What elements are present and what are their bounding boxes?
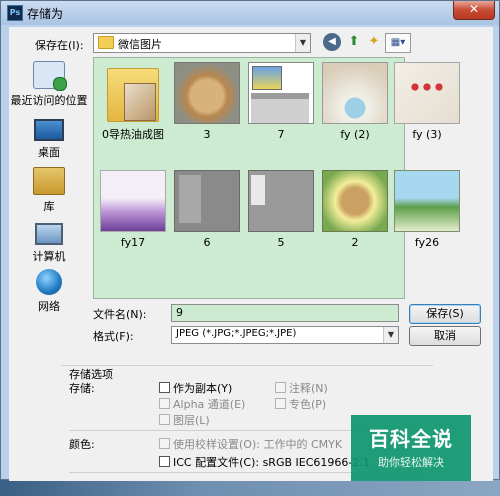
new-folder-icon[interactable]: ✦ (365, 33, 383, 51)
watermark-title: 百科全说 (369, 427, 453, 451)
image-thumbnail (322, 170, 388, 232)
file-name: fy26 (414, 236, 440, 249)
checkbox-label: ICC 配置文件(C): sRGB IEC61966-2.1 (173, 456, 370, 469)
image-thumbnail (100, 170, 166, 232)
checkbox-label: 使用校样设置(O): 工作中的 CMYK (173, 438, 343, 451)
file-name-input[interactable]: 9 (171, 304, 399, 322)
file-name: 3 (203, 128, 211, 141)
icc-profile-checkbox[interactable]: ICC 配置文件(C): sRGB IEC61966-2.1 (159, 454, 370, 470)
place-computer[interactable]: 计算机 (9, 219, 89, 264)
color-label: 颜色: (69, 438, 95, 451)
libraries-icon (33, 167, 65, 195)
file-name: fy (2) (340, 128, 370, 141)
place-label: 网络 (38, 300, 60, 313)
file-name-value: 9 (176, 306, 183, 319)
image-thumbnail (394, 170, 460, 232)
file-name: 7 (277, 128, 285, 141)
file-list[interactable]: 0导热油成图 3 7 fy (2) fy (3) fy17 6 5 2 fy26 (93, 57, 460, 299)
checkbox-box (159, 398, 170, 409)
recent-places-icon (33, 61, 67, 91)
checkbox-label: 图层(L) (173, 414, 210, 427)
file-item[interactable]: fy (2) (320, 62, 390, 141)
file-item[interactable]: 5 (246, 170, 316, 249)
checkbox-box (159, 414, 170, 425)
dialog-client-area: 保存在(I): 微信图片 ▼ ◀ ⬆ ✦ ▦▾ 最近访问的位置 桌面 库 计算机… (9, 27, 493, 481)
place-desktop[interactable]: 桌面 (9, 115, 89, 160)
title-bar[interactable]: Ps 存储为 ✕ (1, 1, 499, 25)
chevron-down-icon[interactable]: ▼ (295, 34, 310, 52)
save-as-dialog: Ps 存储为 ✕ 保存在(I): 微信图片 ▼ ◀ ⬆ ✦ ▦▾ 最近访问的位置… (0, 0, 500, 481)
file-type-dropdown[interactable]: JPEG (*.JPG;*.JPEG;*.JPE) ▼ (171, 326, 399, 344)
watermark-badge: 百科全说 助你轻松解决 (351, 415, 471, 481)
place-label: 计算机 (32, 250, 66, 263)
layers-checkbox: 图层(L) (159, 412, 210, 428)
image-thumbnail (174, 62, 240, 124)
file-item[interactable]: fy (3) (392, 62, 462, 141)
places-bar: 最近访问的位置 桌面 库 计算机 网络 (9, 57, 89, 317)
checkbox-box (159, 438, 170, 449)
file-item[interactable]: 0导热油成图 (98, 62, 168, 142)
file-type-label: 格式(F): (93, 330, 134, 343)
checkbox-label: Alpha 通道(E) (173, 398, 246, 411)
network-icon (36, 269, 62, 295)
spot-colors-checkbox: 专色(P) (275, 396, 326, 412)
place-recent[interactable]: 最近访问的位置 (9, 61, 89, 108)
dialog-title: 存储为 (27, 7, 64, 21)
checkbox-label: 作为副本(Y) (173, 382, 233, 395)
file-name: 0导热油成图 (102, 128, 164, 141)
save-in-value: 微信图片 (118, 38, 162, 51)
place-libraries[interactable]: 库 (9, 167, 89, 214)
close-button[interactable]: ✕ (453, 1, 495, 20)
file-name-label: 文件名(N): (93, 308, 147, 321)
file-name: fy17 (120, 236, 146, 249)
cancel-button[interactable]: 取消 (409, 326, 481, 346)
place-label: 桌面 (38, 146, 60, 159)
file-item[interactable]: 6 (172, 170, 242, 249)
checkbox-label: 专色(P) (289, 398, 327, 411)
file-item[interactable]: 7 (246, 62, 316, 141)
as-copy-checkbox[interactable]: 作为副本(Y) (159, 380, 232, 396)
photoshop-app-icon: Ps (7, 5, 23, 21)
image-thumbnail (394, 62, 460, 124)
watermark-subtitle: 助你轻松解决 (378, 456, 444, 469)
checkbox-box (159, 382, 170, 393)
checkbox-box (275, 398, 286, 409)
desktop-icon (34, 119, 64, 141)
file-name: fy (3) (412, 128, 442, 141)
checkbox-box (159, 456, 170, 467)
computer-icon (35, 223, 63, 245)
checkbox-box (275, 382, 286, 393)
file-type-value: JPEG (*.JPG;*.JPEG;*.JPE) (176, 328, 297, 339)
file-item[interactable]: fy17 (98, 170, 168, 249)
file-item[interactable]: fy26 (392, 170, 462, 249)
image-thumbnail (322, 62, 388, 124)
save-in-dropdown[interactable]: 微信图片 ▼ (93, 33, 311, 53)
back-icon[interactable]: ◀ (323, 33, 341, 51)
proof-setup-checkbox: 使用校样设置(O): 工作中的 CMYK (159, 436, 342, 452)
folder-icon (107, 68, 159, 122)
place-label: 库 (43, 200, 55, 213)
place-network[interactable]: 网络 (9, 269, 89, 314)
folder-icon (98, 36, 114, 49)
checkbox-label: 注释(N) (289, 382, 328, 395)
image-thumbnail (248, 62, 314, 124)
file-item[interactable]: 3 (172, 62, 242, 141)
alpha-channels-checkbox: Alpha 通道(E) (159, 396, 245, 412)
image-thumbnail (174, 170, 240, 232)
file-name: 6 (203, 236, 211, 249)
annotations-checkbox: 注释(N) (275, 380, 328, 396)
image-thumbnail (248, 170, 314, 232)
up-folder-icon[interactable]: ⬆ (345, 33, 363, 51)
save-label: 存储: (69, 382, 95, 395)
save-button[interactable]: 保存(S) (409, 304, 481, 324)
file-name: 5 (277, 236, 285, 249)
file-item[interactable]: 2 (320, 170, 390, 249)
view-menu-icon[interactable]: ▦▾ (385, 33, 411, 53)
file-name: 2 (351, 236, 359, 249)
save-in-label: 保存在(I): (35, 39, 84, 52)
place-label: 最近访问的位置 (10, 94, 88, 107)
chevron-down-icon[interactable]: ▼ (383, 327, 398, 343)
